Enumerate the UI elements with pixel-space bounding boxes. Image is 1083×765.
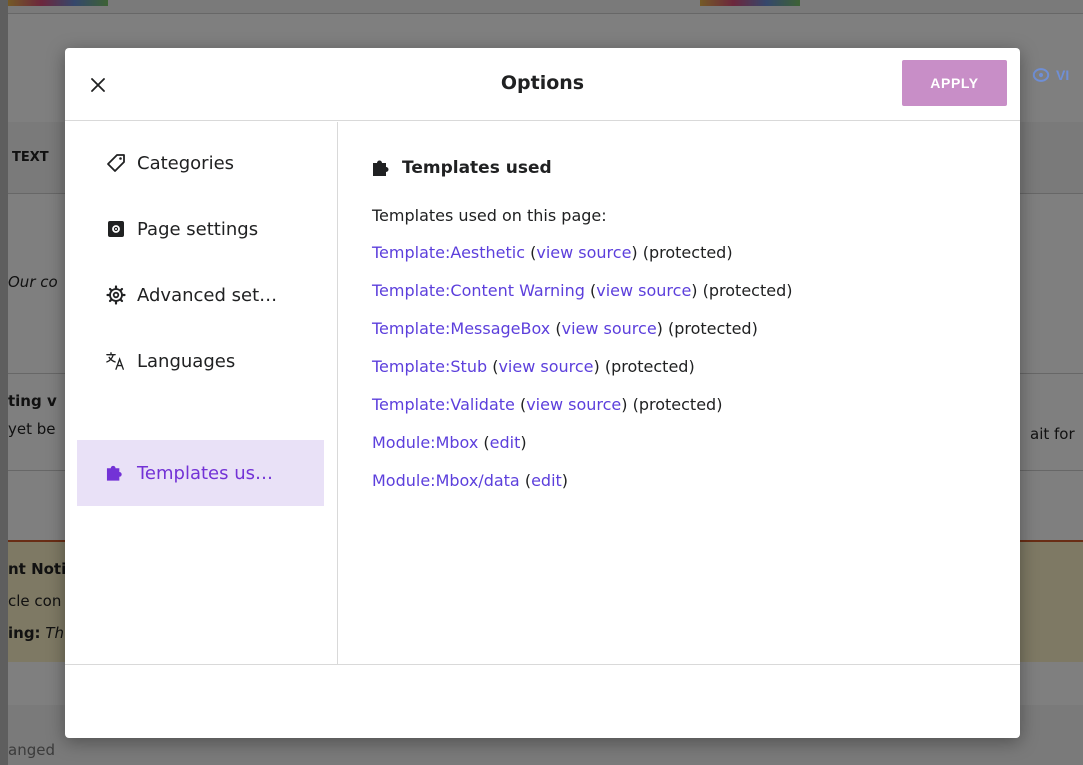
puzzle-icon [106, 463, 126, 483]
panel-heading: Templates used [372, 158, 552, 178]
page-settings-icon [106, 219, 126, 239]
sidebar-item-advanced-settings[interactable]: Advanced set… [77, 262, 324, 328]
visual-tab-label: VI [1056, 67, 1070, 83]
tag-icon [106, 153, 126, 173]
protected-label: (protected) [642, 243, 733, 262]
view-source-link[interactable]: view source [526, 395, 621, 414]
view-source-link[interactable]: view source [536, 243, 631, 262]
panel-heading-text: Templates used [402, 158, 552, 178]
options-sidebar: Categories Page settings Advanced set… L… [65, 122, 338, 664]
template-link[interactable]: Template:Validate [372, 395, 515, 414]
templates-intro-text: Templates used on this page: [372, 206, 607, 225]
protected-label: (protected) [632, 395, 723, 414]
template-row: Template:Validate (view source) (protect… [372, 395, 723, 414]
template-row: Template:Aesthetic (view source) (protec… [372, 243, 733, 262]
edit-link[interactable]: edit [490, 433, 521, 452]
template-link[interactable]: Template:Content Warning [372, 281, 585, 300]
template-row: Template:MessageBox (view source) (prote… [372, 319, 758, 338]
template-row: Template:Content Warning (view source) (… [372, 281, 793, 300]
view-source-link[interactable]: view source [562, 319, 657, 338]
view-source-link[interactable]: view source [596, 281, 691, 300]
templates-list: Template:Aesthetic (view source) (protec… [372, 242, 792, 508]
protected-label: (protected) [604, 357, 695, 376]
dialog-title: Options [500, 72, 585, 94]
template-link[interactable]: Template:Aesthetic [372, 243, 525, 262]
module-link[interactable]: Module:Mbox [372, 433, 478, 452]
view-source-link[interactable]: view source [498, 357, 593, 376]
edit-link[interactable]: edit [531, 471, 562, 490]
options-dialog: Options APPLY Categories Page settings A… [65, 48, 1020, 738]
sidebar-item-categories[interactable]: Categories [77, 130, 324, 196]
close-icon [91, 78, 105, 92]
language-icon [106, 351, 126, 371]
gear-icon [106, 285, 126, 305]
sidebar-item-label: Page settings [137, 218, 259, 240]
sidebar-item-label: Advanced set… [137, 284, 278, 306]
close-button[interactable] [83, 70, 113, 100]
dialog-footer [65, 664, 1020, 738]
sidebar-item-label: Languages [137, 350, 236, 372]
visual-editor-tab[interactable]: VI [1032, 66, 1069, 84]
template-row: Template:Stub (view source) (protected) [372, 357, 695, 376]
template-link[interactable]: Template:Stub [372, 357, 487, 376]
sidebar-item-templates-used[interactable]: Templates us… [77, 440, 324, 506]
sidebar-item-label: Categories [137, 152, 235, 174]
module-row: Module:Mbox (edit) [372, 433, 527, 452]
module-row: Module:Mbox/data (edit) [372, 471, 569, 490]
puzzle-icon [372, 159, 394, 177]
sidebar-item-label: Templates us… [137, 462, 274, 484]
sidebar-item-page-settings[interactable]: Page settings [77, 196, 324, 262]
protected-label: (protected) [702, 281, 793, 300]
template-link[interactable]: Template:MessageBox [372, 319, 550, 338]
module-link[interactable]: Module:Mbox/data [372, 471, 520, 490]
sidebar-item-languages[interactable]: Languages [77, 328, 324, 394]
templates-used-panel: Templates used Templates used on this pa… [372, 122, 1002, 664]
protected-label: (protected) [667, 319, 758, 338]
dialog-header: Options APPLY [65, 48, 1020, 121]
apply-button[interactable]: APPLY [902, 60, 1007, 106]
eye-icon [1032, 66, 1050, 84]
